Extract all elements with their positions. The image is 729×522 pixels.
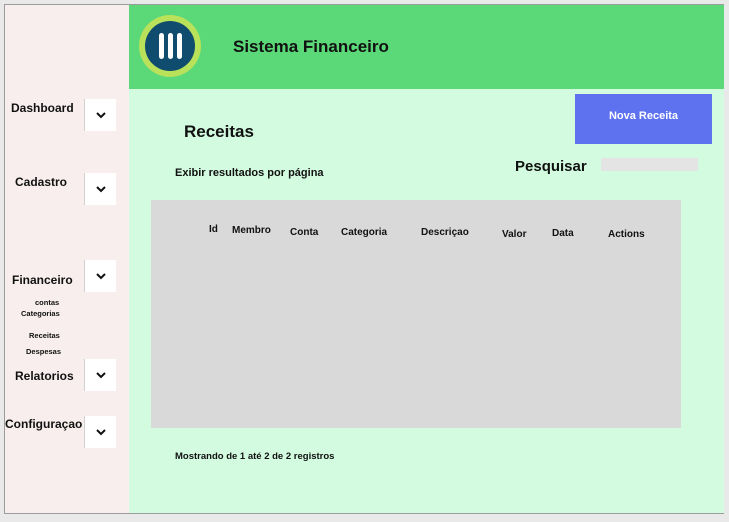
column-header-data[interactable]: Data	[552, 228, 574, 239]
app-window: Dashboard Cadastro Financeiro contas Cat…	[4, 4, 724, 514]
chevron-down-icon	[95, 273, 106, 280]
pagination-info: Mostrando de 1 até 2 de 2 registros	[175, 451, 335, 462]
sidebar-item-financeiro[interactable]: Financeiro	[12, 273, 73, 287]
submenu-item-despesas[interactable]: Despesas	[26, 347, 61, 356]
dashboard-expand-button[interactable]	[84, 99, 116, 131]
sidebar-item-dashboard[interactable]: Dashboard	[11, 101, 74, 115]
new-receita-button[interactable]: Nova Receita	[575, 94, 712, 144]
column-header-membro[interactable]: Membro	[232, 225, 271, 236]
chevron-down-icon	[95, 429, 106, 436]
configuracao-expand-button[interactable]	[84, 416, 116, 448]
receitas-table: Id Membro Conta Categoria Descriçao Valo…	[151, 200, 681, 428]
sidebar-item-configuracao[interactable]: Configuraçao	[5, 417, 82, 431]
column-header-id[interactable]: Id	[209, 224, 218, 235]
menu-bars-logo-icon	[145, 21, 195, 71]
submenu-item-categorias[interactable]: Categorias	[21, 309, 60, 318]
chevron-down-icon	[95, 186, 106, 193]
results-per-page-label: Exibir resultados por página	[175, 167, 324, 179]
app-logo[interactable]	[139, 15, 201, 77]
chevron-down-icon	[95, 112, 106, 119]
app-title: Sistema Financeiro	[233, 37, 389, 56]
column-header-conta[interactable]: Conta	[290, 227, 318, 238]
submenu-item-contas[interactable]: contas	[35, 298, 59, 307]
relatorios-expand-button[interactable]	[84, 359, 116, 391]
main-content: Nova Receita Receitas Exibir resultados …	[129, 89, 724, 513]
column-header-valor[interactable]: Valor	[502, 229, 526, 240]
column-header-actions[interactable]: Actions	[608, 229, 645, 240]
search-input[interactable]	[601, 158, 698, 171]
chevron-down-icon	[95, 372, 106, 379]
column-header-categoria[interactable]: Categoria	[341, 227, 387, 238]
app-header: Sistema Financeiro	[129, 5, 724, 89]
page-title: Receitas	[184, 122, 254, 141]
column-header-descricao[interactable]: Descriçao	[421, 227, 469, 238]
cadastro-expand-button[interactable]	[84, 173, 116, 205]
financeiro-expand-button[interactable]	[84, 260, 116, 292]
sidebar: Dashboard Cadastro Financeiro contas Cat…	[5, 5, 129, 513]
submenu-item-receitas[interactable]: Receitas	[29, 331, 60, 340]
search-label: Pesquisar	[515, 158, 587, 175]
sidebar-item-cadastro[interactable]: Cadastro	[15, 175, 67, 189]
sidebar-item-relatorios[interactable]: Relatorios	[15, 369, 74, 383]
